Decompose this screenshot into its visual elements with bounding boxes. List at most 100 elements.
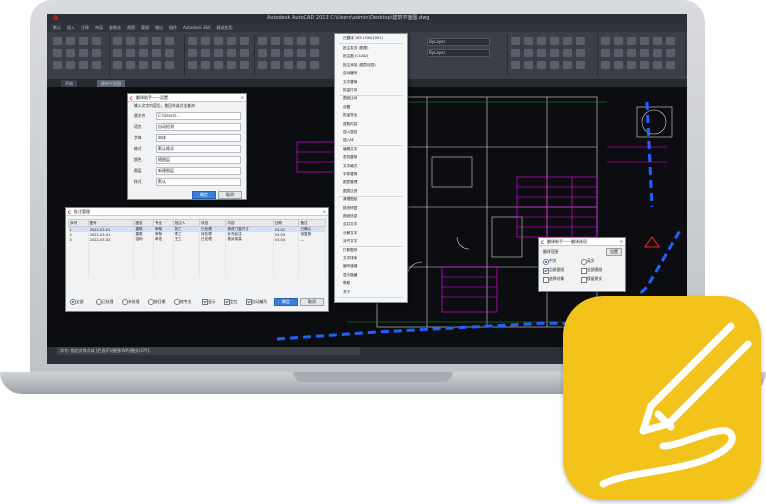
menu-item[interactable]: 插入属性 bbox=[343, 130, 357, 135]
command-line[interactable]: 命令: 指定对角点或 [栏选(F)/圈围(WP)/圈交(CP)]: bbox=[57, 347, 360, 355]
table-ok-button[interactable]: 确定 bbox=[274, 298, 298, 306]
ribbon-tool-button[interactable] bbox=[653, 49, 662, 57]
ribbon-tool-button[interactable] bbox=[79, 49, 88, 57]
ribbon-tool-button[interactable] bbox=[601, 49, 610, 57]
ribbon-tool-button[interactable] bbox=[113, 49, 122, 57]
ribbon-tool-button[interactable] bbox=[284, 37, 293, 45]
column-header[interactable]: 专业 bbox=[153, 219, 174, 227]
menu-item[interactable]: 图层管理 bbox=[343, 180, 357, 185]
ribbon-tool-button[interactable] bbox=[666, 61, 675, 69]
column-header[interactable]: 批注人 bbox=[172, 219, 201, 227]
ribbon-tab[interactable]: 注释 bbox=[81, 25, 89, 30]
ribbon-tool-button[interactable] bbox=[66, 37, 75, 45]
ribbon-tool-button[interactable] bbox=[297, 49, 306, 57]
ribbon-tab[interactable]: 视图 bbox=[127, 25, 135, 30]
ribbon-tool-button[interactable] bbox=[524, 49, 533, 57]
ribbon-tool-button[interactable] bbox=[188, 37, 197, 45]
menu-item[interactable]: 图层过滤 bbox=[343, 189, 357, 194]
tab-start[interactable]: 开始 bbox=[61, 80, 77, 87]
close-icon[interactable]: ✕ bbox=[620, 238, 623, 245]
ribbon-tool-button[interactable] bbox=[79, 37, 88, 45]
ribbon-tool-button[interactable] bbox=[563, 37, 572, 45]
ribbon-tool-button[interactable] bbox=[240, 37, 249, 45]
menu-item[interactable]: 显示隐藏 bbox=[343, 273, 357, 278]
menu-item[interactable]: 图纸比对 bbox=[343, 96, 357, 101]
linetype-combo[interactable]: ByLayer bbox=[427, 49, 490, 57]
ribbon-tab[interactable]: 布局 bbox=[95, 25, 103, 30]
column-header[interactable]: 备注 bbox=[298, 219, 326, 227]
ribbon-tool-button[interactable] bbox=[227, 49, 236, 57]
ribbon-tool-button[interactable] bbox=[152, 49, 161, 57]
field-input[interactable]: 新建图层 bbox=[156, 167, 241, 175]
ribbon-tool-button[interactable] bbox=[214, 61, 223, 69]
ribbon-tool-button[interactable] bbox=[258, 61, 267, 69]
ribbon-tool-button[interactable] bbox=[126, 61, 135, 69]
menu-item[interactable]: 合并文字 bbox=[343, 222, 357, 227]
ribbon-tool-button[interactable] bbox=[258, 37, 267, 45]
ribbon-tool-button[interactable] bbox=[258, 49, 267, 57]
ribbon-tool-button[interactable] bbox=[537, 37, 546, 45]
ribbon-tool-button[interactable] bbox=[297, 37, 306, 45]
ribbon-tab[interactable]: Autodesk 360 bbox=[183, 25, 211, 30]
menu-item[interactable]: 清理图纸 bbox=[343, 197, 357, 202]
field-input[interactable]: 默认格式 bbox=[156, 145, 241, 153]
ribbon-tool-button[interactable] bbox=[550, 49, 559, 57]
field-input[interactable]: 宋体 bbox=[156, 134, 241, 142]
ok-button[interactable]: 确定 bbox=[192, 191, 216, 199]
menu-item[interactable]: 字体替换 bbox=[343, 172, 357, 177]
field-input[interactable]: 默认 bbox=[156, 178, 241, 186]
ribbon-tool-button[interactable] bbox=[601, 37, 610, 45]
ribbon-tool-button[interactable] bbox=[310, 61, 319, 69]
ribbon-tool-button[interactable] bbox=[227, 61, 236, 69]
menu-item[interactable]: 分解文字 bbox=[343, 231, 357, 236]
field-input[interactable]: C:\Users\... bbox=[156, 112, 241, 120]
ribbon-tool-button[interactable] bbox=[524, 37, 533, 45]
ribbon-tool-button[interactable] bbox=[214, 49, 223, 57]
menu-item[interactable]: 批注添加 (图层信息) bbox=[343, 63, 376, 68]
ribbon-tool-button[interactable] bbox=[126, 37, 135, 45]
ribbon-tab[interactable]: 输出 bbox=[155, 25, 163, 30]
ribbon-tab[interactable]: 管理 bbox=[141, 25, 149, 30]
menu-item[interactable]: 查找替换 bbox=[343, 155, 357, 160]
ribbon-tool-button[interactable] bbox=[271, 61, 280, 69]
table-cancel-button[interactable]: 取消 bbox=[300, 298, 324, 306]
column-header[interactable]: 图号 bbox=[87, 219, 135, 227]
menu-item[interactable]: 打断图块 bbox=[343, 248, 357, 253]
column-header[interactable]: 图名 bbox=[133, 219, 154, 227]
ribbon-tool-button[interactable] bbox=[92, 61, 101, 69]
menu-item[interactable]: 关于 bbox=[343, 290, 350, 295]
ribbon-tool-button[interactable] bbox=[511, 61, 520, 69]
ribbon-tool-button[interactable] bbox=[271, 37, 280, 45]
ribbon-tool-button[interactable] bbox=[139, 61, 148, 69]
menu-item[interactable]: 设置 bbox=[343, 105, 350, 110]
ribbon-tool-button[interactable] bbox=[126, 49, 135, 57]
field-input[interactable]: 随图层 bbox=[156, 156, 241, 164]
ribbon-tool-button[interactable] bbox=[614, 37, 623, 45]
ribbon-tool-button[interactable] bbox=[576, 37, 585, 45]
ribbon-tool-button[interactable] bbox=[614, 49, 623, 57]
ribbon-tool-button[interactable] bbox=[271, 49, 280, 57]
ribbon-tool-button[interactable] bbox=[537, 49, 546, 57]
ribbon-tool-button[interactable] bbox=[165, 37, 174, 45]
ribbon-tool-button[interactable] bbox=[165, 49, 174, 57]
ribbon-tool-button[interactable] bbox=[601, 61, 610, 69]
menu-item[interactable]: 对齐文字 bbox=[343, 239, 357, 244]
ribbon-tool-button[interactable] bbox=[284, 49, 293, 57]
ribbon-tool-button[interactable] bbox=[511, 49, 520, 57]
ribbon-tool-button[interactable] bbox=[201, 49, 210, 57]
options-settings-button[interactable]: 设置 bbox=[606, 248, 622, 256]
ribbon-tool-button[interactable] bbox=[640, 61, 649, 69]
close-icon[interactable]: ✕ bbox=[241, 94, 244, 101]
menu-item[interactable]: 批注发言 (图框) bbox=[343, 46, 369, 51]
ribbon-tool-button[interactable] bbox=[666, 37, 675, 45]
menu-item[interactable]: 文字排序 bbox=[343, 256, 357, 261]
menu-item[interactable]: 核查修复 bbox=[343, 206, 357, 211]
ribbon-tool-button[interactable] bbox=[310, 49, 319, 57]
ribbon-tool-button[interactable] bbox=[165, 61, 174, 69]
column-header[interactable]: 序号 bbox=[68, 219, 89, 227]
ribbon-tool-button[interactable] bbox=[66, 49, 75, 57]
ribbon-tool-button[interactable] bbox=[79, 61, 88, 69]
ribbon-tool-button[interactable] bbox=[550, 37, 559, 45]
ribbon-tool-button[interactable] bbox=[550, 61, 559, 69]
ribbon-tool-button[interactable] bbox=[563, 61, 572, 69]
